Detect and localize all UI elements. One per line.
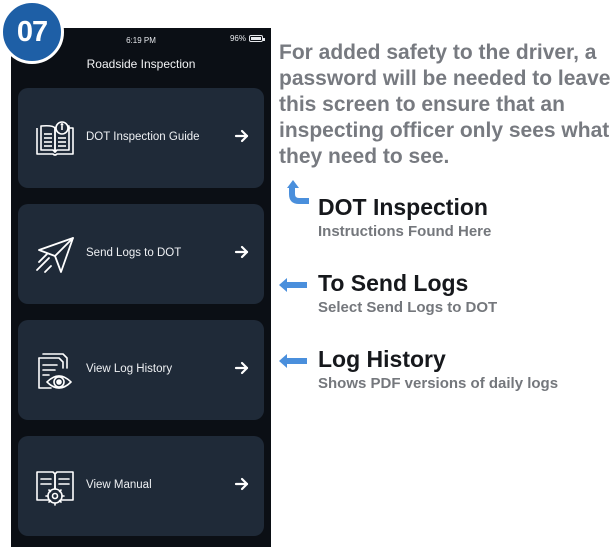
callout-title: To Send Logs: [318, 270, 469, 296]
screen-title: Roadside Inspection: [86, 57, 196, 71]
view-log-history-button[interactable]: View Log History: [18, 320, 264, 420]
battery-percent: 96%: [229, 34, 246, 43]
callout-subtitle: Instructions Found Here: [318, 223, 492, 240]
callout-subtitle: Select Send Logs to DOT: [318, 299, 498, 316]
arrow-right-icon: [234, 129, 249, 143]
phone-screen: 6:19 PM 96% Roadside Inspection DOT Insp…: [11, 28, 271, 547]
left-arrow-icon: [279, 354, 307, 368]
manual-gear-book-icon: [33, 462, 77, 510]
intro-text: For added safety to the driver, a passwo…: [279, 41, 611, 168]
arrow-right-icon: [234, 245, 249, 259]
menu-label-send-logs: Send Logs to DOT: [86, 247, 182, 259]
step-badge: 07: [0, 0, 64, 64]
callout-title: Log History: [318, 346, 446, 372]
send-logs-to-dot-button[interactable]: Send Logs to DOT: [18, 204, 264, 304]
paper-plane-send-icon: [33, 230, 77, 278]
battery-icon: [249, 35, 265, 42]
arrow-right-icon: [234, 477, 249, 491]
menu-label-view-log-history: View Log History: [86, 363, 173, 375]
view-manual-button[interactable]: View Manual: [18, 436, 264, 536]
callout-title: DOT Inspection: [318, 194, 488, 220]
menu-label-view-manual: View Manual: [86, 479, 152, 491]
battery-indicator: 96%: [229, 34, 265, 43]
left-arrow-icon: [279, 278, 307, 292]
inspection-guide-book-icon: [33, 114, 77, 162]
menu-label-dot-inspection-guide: DOT Inspection Guide: [86, 131, 200, 143]
up-turn-arrow-icon: [287, 180, 309, 204]
callout-subtitle: Shows PDF versions of daily logs: [318, 375, 559, 392]
document-eye-history-icon: [33, 346, 77, 394]
arrow-right-icon: [234, 361, 249, 375]
dot-inspection-guide-button[interactable]: DOT Inspection Guide: [18, 88, 264, 188]
